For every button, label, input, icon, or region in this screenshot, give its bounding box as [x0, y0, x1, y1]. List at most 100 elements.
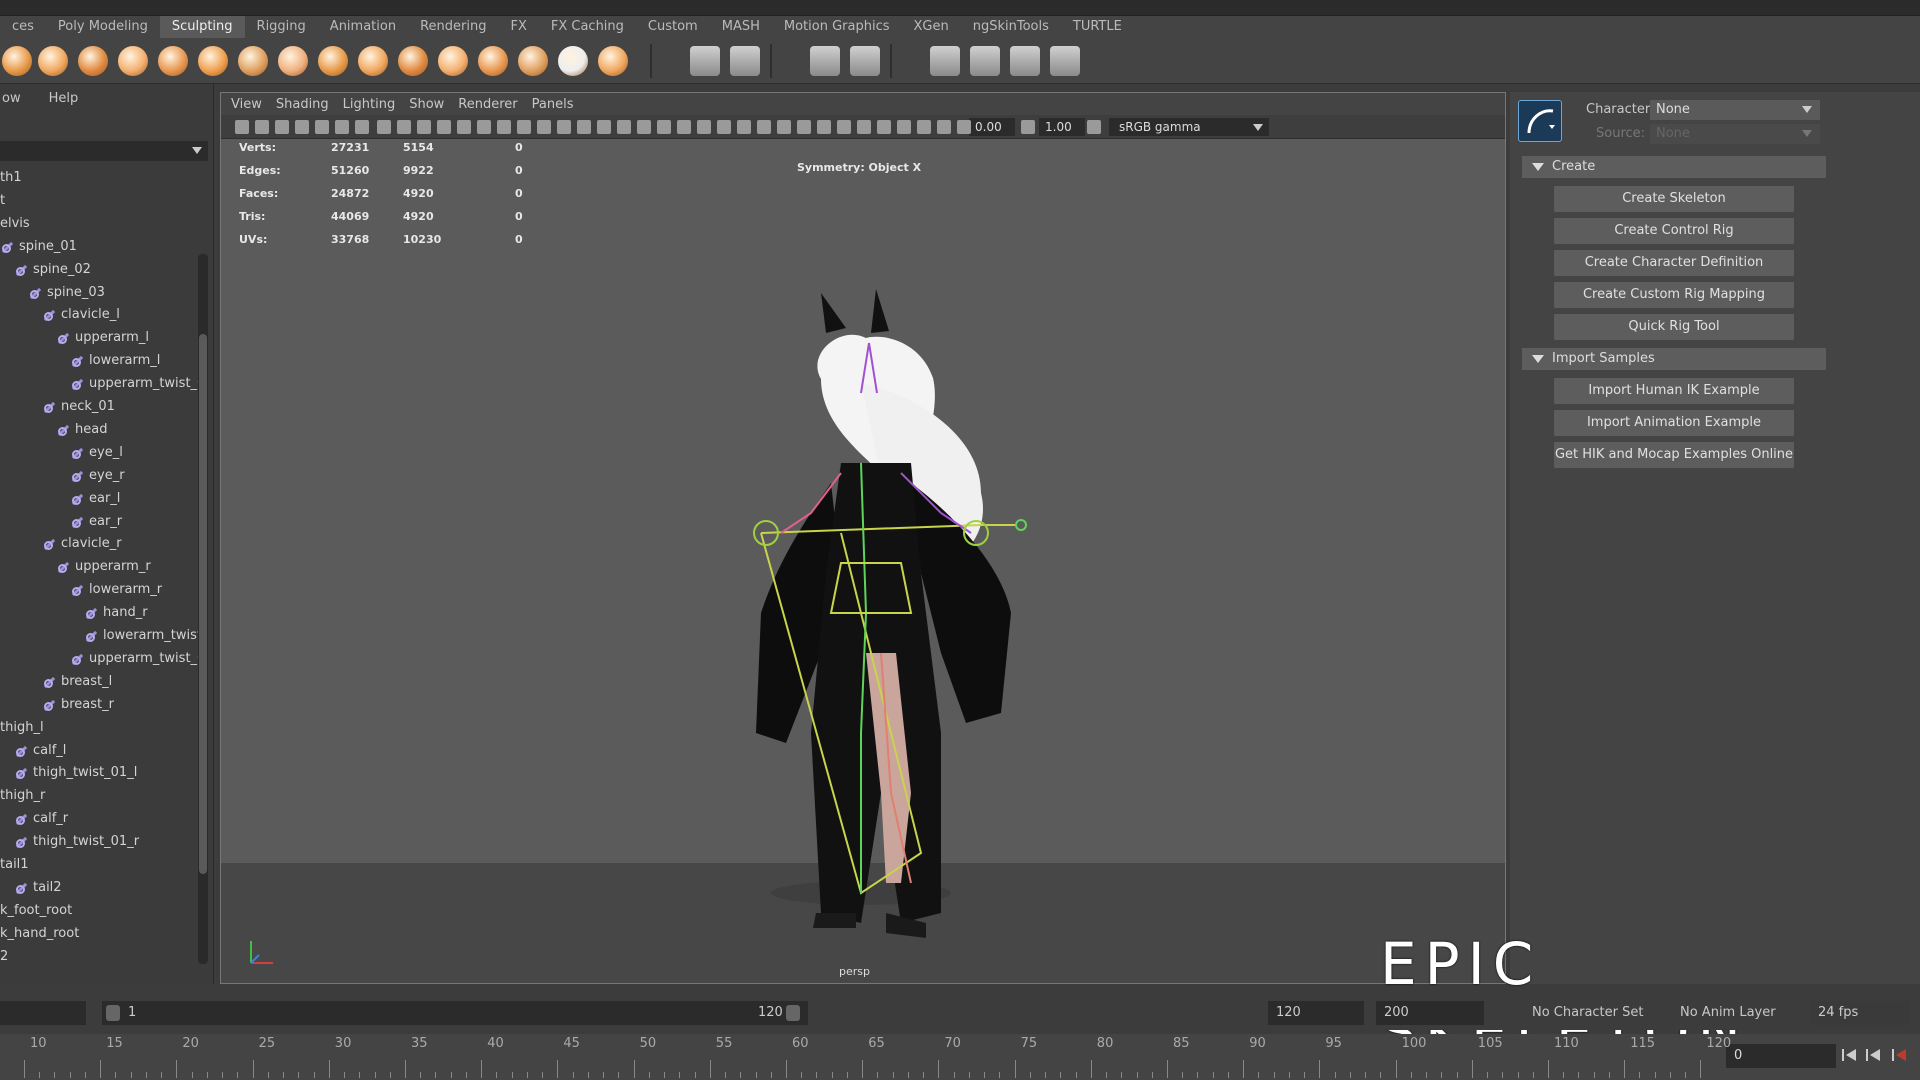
outliner-menu-show[interactable]: ow: [2, 91, 21, 106]
fps-select[interactable]: 24 fps: [1810, 1001, 1910, 1025]
create-skeleton-button[interactable]: Create Skeleton: [1554, 186, 1794, 212]
outliner-item[interactable]: upperarm_twist_01_r: [70, 648, 202, 670]
step-back-icon[interactable]: [1866, 1048, 1882, 1062]
outliner-item[interactable]: ear_l: [70, 488, 120, 510]
outliner-item[interactable]: clavicle_l: [42, 304, 120, 326]
range-slider-left-handle[interactable]: [106, 1005, 120, 1021]
outliner-item[interactable]: thigh_twist_01_l: [14, 762, 137, 784]
shelf-tool-icon[interactable]: [730, 46, 760, 76]
outliner-item[interactable]: eye_r: [70, 465, 125, 487]
outliner-item[interactable]: breast_l: [42, 671, 112, 693]
shelf-tool-icon[interactable]: [850, 46, 880, 76]
shelf-tab-xgen[interactable]: XGen: [902, 16, 961, 38]
shelf-tab-rigging[interactable]: Rigging: [245, 16, 318, 38]
outliner-item[interactable]: spine_01: [0, 236, 77, 258]
character-select[interactable]: None: [1650, 100, 1820, 120]
sculpt-tool-icon[interactable]: [558, 46, 588, 76]
outliner-item[interactable]: elvis: [0, 213, 30, 235]
outliner-item[interactable]: tail2: [14, 877, 62, 899]
outliner-item[interactable]: lowerarm_twist_01: [84, 625, 202, 647]
shelf-tab-animation[interactable]: Animation: [318, 16, 408, 38]
sculpt-tool-icon[interactable]: [398, 46, 428, 76]
scrollbar-thumb[interactable]: [199, 334, 207, 874]
outliner-item[interactable]: lowerarm_l: [70, 350, 160, 372]
outliner-menu-help[interactable]: Help: [49, 91, 79, 106]
outliner-item[interactable]: spine_03: [28, 282, 105, 304]
anim-end-field[interactable]: 120: [1268, 1001, 1364, 1025]
outliner-item[interactable]: tail1: [0, 854, 29, 876]
sculpt-tool-icon[interactable]: [278, 46, 308, 76]
shelf-tab-fx[interactable]: FX: [498, 16, 538, 38]
range-slider-right-handle[interactable]: [786, 1005, 800, 1021]
outliner-item[interactable]: ear_r: [70, 511, 122, 533]
sculpt-tool-icon[interactable]: [38, 46, 68, 76]
outliner-item[interactable]: 2: [0, 946, 8, 968]
shelf-tool-icon[interactable]: [1050, 46, 1080, 76]
shelf-tool-icon[interactable]: [930, 46, 960, 76]
shelf-tab-rendering[interactable]: Rendering: [408, 16, 498, 38]
create-custom-rig-mapping-button[interactable]: Create Custom Rig Mapping: [1554, 282, 1794, 308]
sculpt-tool-icon[interactable]: [358, 46, 388, 76]
sculpt-tool-icon[interactable]: [518, 46, 548, 76]
sculpt-tool-icon[interactable]: [2, 46, 32, 76]
create-character-definition-button[interactable]: Create Character Definition: [1554, 250, 1794, 276]
outliner-item[interactable]: thigh_r: [0, 785, 45, 807]
import-samples-section-header[interactable]: Import Samples: [1522, 348, 1826, 370]
outliner-item[interactable]: calf_l: [14, 740, 66, 762]
dropdown-arrow-icon[interactable]: [1802, 106, 1812, 113]
shelf-tab-turtle[interactable]: TURTLE: [1061, 16, 1134, 38]
import-human-ik-example-button[interactable]: Import Human IK Example: [1554, 378, 1794, 404]
shelf-tab-mash[interactable]: MASH: [710, 16, 772, 38]
outliner-item[interactable]: spine_02: [14, 259, 91, 281]
create-control-rig-button[interactable]: Create Control Rig: [1554, 218, 1794, 244]
sculpt-tool-icon[interactable]: [238, 46, 268, 76]
go-to-start-icon[interactable]: [1842, 1048, 1858, 1062]
import-animation-example-button[interactable]: Import Animation Example: [1554, 410, 1794, 436]
shelf-tool-icon[interactable]: [1010, 46, 1040, 76]
outliner-item[interactable]: k_hand_root: [0, 923, 79, 945]
outliner-item[interactable]: upperarm_twist_01_l: [70, 373, 202, 395]
collapse-triangle-icon[interactable]: [1532, 355, 1544, 363]
shelf-tab-ngskintools[interactable]: ngSkinTools: [961, 16, 1061, 38]
create-section-header[interactable]: Create: [1522, 156, 1826, 178]
shelf-tab-motion-graphics[interactable]: Motion Graphics: [772, 16, 902, 38]
outliner-item[interactable]: th1: [0, 167, 22, 189]
outliner-item[interactable]: lowerarm_r: [70, 579, 162, 601]
shelf-tab-fx-caching[interactable]: FX Caching: [539, 16, 636, 38]
outliner-item[interactable]: head: [56, 419, 107, 441]
character-model[interactable]: [221, 93, 1505, 983]
sculpt-tool-icon[interactable]: [78, 46, 108, 76]
shelf-tool-icon[interactable]: [970, 46, 1000, 76]
viewport-panel[interactable]: View Shading Lighting Show Renderer Pane…: [220, 92, 1506, 984]
human-ik-logo-icon[interactable]: [1518, 100, 1562, 142]
shelf-tab-custom[interactable]: Custom: [636, 16, 710, 38]
current-frame-field[interactable]: 0: [1726, 1044, 1836, 1068]
sculpt-tool-icon[interactable]: [198, 46, 228, 76]
outliner-filter[interactable]: [0, 141, 208, 161]
shelf-tool-icon[interactable]: [690, 46, 720, 76]
outliner-item[interactable]: upperarm_r: [56, 556, 151, 578]
sculpt-tool-icon[interactable]: [598, 46, 628, 76]
character-set-label[interactable]: No Character Set: [1532, 1001, 1643, 1025]
dropdown-arrow-icon[interactable]: [192, 147, 202, 154]
collapse-triangle-icon[interactable]: [1532, 163, 1544, 171]
outliner-item[interactable]: upperarm_l: [56, 327, 149, 349]
shelf-tab-sculpting[interactable]: Sculpting: [159, 16, 245, 38]
outliner-item[interactable]: thigh_l: [0, 717, 44, 739]
outliner-item[interactable]: clavicle_r: [42, 533, 122, 555]
time-slider[interactable]: 0 10 15 20 25 30 35 40 45 50 55 60 65 70 75 80 85 90 95 10…: [0, 1034, 1920, 1080]
outliner-vertical-scrollbar[interactable]: [198, 254, 208, 964]
shelf-tab-ces[interactable]: ces: [0, 16, 46, 38]
outliner-item[interactable]: t: [0, 190, 5, 212]
max-end-field[interactable]: 200: [1376, 1001, 1484, 1025]
sculpt-tool-icon[interactable]: [478, 46, 508, 76]
sculpt-tool-icon[interactable]: [158, 46, 188, 76]
quick-rig-tool-button[interactable]: Quick Rig Tool: [1554, 314, 1794, 340]
range-start-field[interactable]: [0, 1001, 86, 1025]
sculpt-tool-icon[interactable]: [438, 46, 468, 76]
outliner-item[interactable]: thigh_twist_01_r: [14, 831, 139, 853]
outliner-item[interactable]: k_foot_root: [0, 900, 72, 922]
shelf-tool-icon[interactable]: [810, 46, 840, 76]
outliner-item[interactable]: eye_l: [70, 442, 123, 464]
get-hik-mocap-examples-button[interactable]: Get HIK and Mocap Examples Online: [1554, 442, 1794, 468]
